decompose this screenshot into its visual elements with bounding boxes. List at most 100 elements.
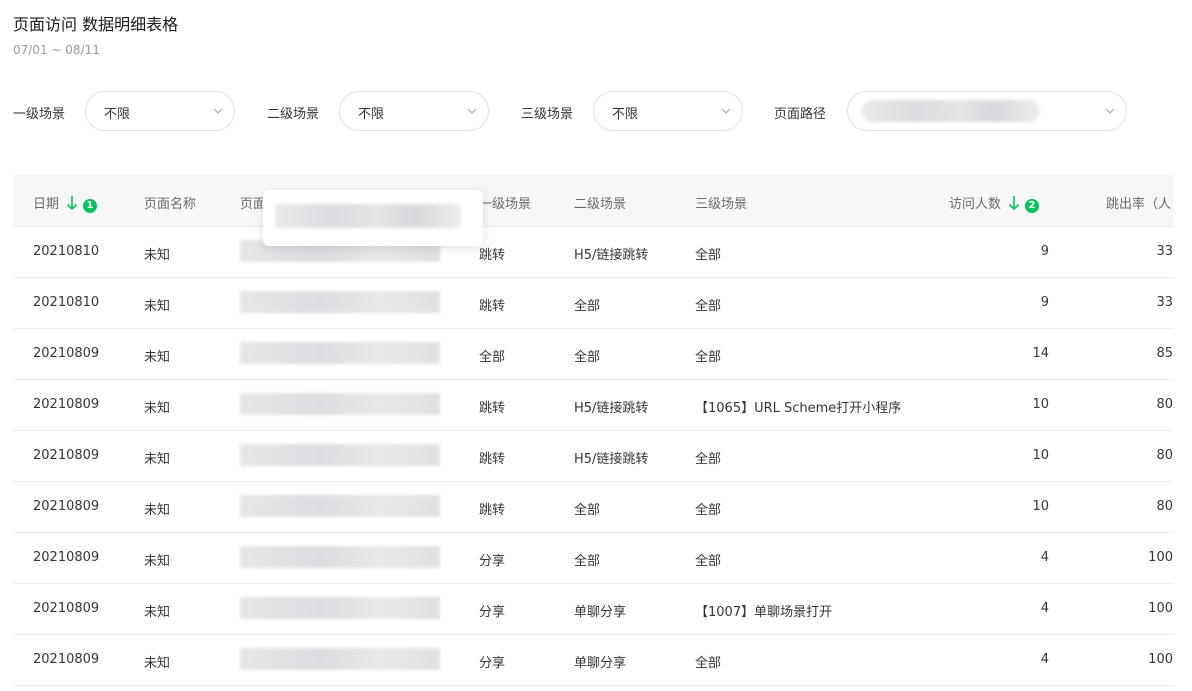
tooltip-popover xyxy=(263,190,483,246)
table-row: 20210809 未知 跳转 全部 全部 10 80 xyxy=(13,482,1173,533)
cell-page-name: 未知 xyxy=(144,350,171,365)
cell-scene2: 全部 xyxy=(574,299,601,314)
cell-visitors: 4 xyxy=(1040,550,1049,565)
filter-label-scene1: 一级场景 xyxy=(13,107,66,122)
table-row: 20210809 未知 跳转 H5/链接跳转 全部 10 80 xyxy=(13,431,1173,482)
cell-bounce-rate: 100 xyxy=(1148,601,1173,616)
cell-scene3: 全部 xyxy=(695,656,722,671)
redacted-page-path xyxy=(240,546,440,568)
cell-page-name: 未知 xyxy=(144,656,171,671)
cell-bounce-rate: 100 xyxy=(1148,550,1173,565)
cell-scene2: H5/链接跳转 xyxy=(574,248,649,263)
cell-visitors: 4 xyxy=(1040,601,1049,616)
cell-scene3: 全部 xyxy=(695,350,722,365)
redacted-page-path xyxy=(240,495,440,517)
data-table: 日期 1 页面名称 页面 一级场景 二级场景 三级场景 访问人数 2 跳出率（人 2… xyxy=(13,175,1173,691)
cell-page-name: 未知 xyxy=(144,248,171,263)
cell-page-name: 未知 xyxy=(144,452,171,467)
chevron-down-icon xyxy=(1105,108,1115,114)
cell-scene1: 跳转 xyxy=(479,248,506,263)
column-header-date[interactable]: 日期 1 xyxy=(33,193,98,213)
cell-visitors: 9 xyxy=(1040,244,1049,259)
column-header-visitors[interactable]: 访问人数 2 xyxy=(949,193,1040,213)
column-header-scene2: 二级场景 xyxy=(574,197,627,212)
cell-date: 20210809 xyxy=(33,499,100,514)
cell-date: 20210809 xyxy=(33,550,100,565)
date-range: 07/01 ~ 08/11 xyxy=(13,43,100,57)
cell-bounce-rate: 80 xyxy=(1156,499,1173,514)
cell-scene2: 全部 xyxy=(574,350,601,365)
cell-scene2: H5/链接跳转 xyxy=(574,401,649,416)
cell-page-name: 未知 xyxy=(144,401,171,416)
chevron-down-icon xyxy=(721,108,731,114)
cell-scene1: 跳转 xyxy=(479,401,506,416)
arrow-down-icon[interactable] xyxy=(1008,195,1020,211)
redacted-page-path xyxy=(240,393,440,415)
redacted-value xyxy=(275,204,461,228)
column-header-label: 访问人数 xyxy=(949,197,1002,212)
select-scene3-value: 不限 xyxy=(612,107,639,122)
redacted-page-path xyxy=(240,291,440,313)
redacted-page-path xyxy=(240,597,440,619)
cell-bounce-rate: 80 xyxy=(1156,448,1173,463)
cell-scene2: 全部 xyxy=(574,554,601,569)
select-scene2-value: 不限 xyxy=(358,107,385,122)
column-header-scene1: 一级场景 xyxy=(479,197,532,212)
cell-page-name: 未知 xyxy=(144,554,171,569)
cell-scene3: 【1065】URL Scheme打开小程序 xyxy=(695,401,902,416)
cell-scene1: 分享 xyxy=(479,656,506,671)
cell-page-name: 未知 xyxy=(144,299,171,314)
cell-date: 20210809 xyxy=(33,448,100,463)
select-page-path[interactable] xyxy=(847,91,1127,131)
cell-scene3: 全部 xyxy=(695,299,722,314)
arrow-down-icon[interactable] xyxy=(66,195,78,211)
column-header-bounce-rate: 跳出率（人 xyxy=(1106,197,1172,212)
table-row: 20210809 未知 分享 单聊分享 【1007】单聊场景打开 4 100 xyxy=(13,584,1173,635)
select-scene3[interactable]: 不限 xyxy=(593,91,743,131)
column-header-label: 日期 xyxy=(33,197,60,212)
cell-scene1: 跳转 xyxy=(479,503,506,518)
cell-visitors: 14 xyxy=(1032,346,1049,361)
table-row: 20210809 未知 跳转 H5/链接跳转 【1065】URL Scheme打开小程序… xyxy=(13,380,1173,431)
cell-bounce-rate: 85 xyxy=(1156,346,1173,361)
redacted-page-path xyxy=(240,444,440,466)
cell-visitors: 10 xyxy=(1032,397,1049,412)
table-row: 20210810 未知 跳转 全部 全部 9 33 xyxy=(13,278,1173,329)
table-row: 20210809 未知 分享 全部 全部 4 100 xyxy=(13,533,1173,584)
cell-scene2: 单聊分享 xyxy=(574,605,627,620)
cell-scene3: 全部 xyxy=(695,452,722,467)
cell-scene2: 单聊分享 xyxy=(574,656,627,671)
table-header: 日期 1 页面名称 页面 一级场景 二级场景 三级场景 访问人数 2 跳出率（人 xyxy=(13,175,1173,227)
chevron-down-icon xyxy=(213,108,223,114)
table-row: 20210809 未知 分享 单聊分享 全部 4 100 xyxy=(13,635,1173,686)
table-row: 20210809 未知 全部 全部 全部 14 85 xyxy=(13,329,1173,380)
cell-date: 20210809 xyxy=(33,346,100,361)
filter-label-scene2: 二级场景 xyxy=(267,107,320,122)
cell-scene3: 全部 xyxy=(695,554,722,569)
cell-scene3: 全部 xyxy=(695,248,722,263)
cell-bounce-rate: 80 xyxy=(1156,397,1173,412)
sort-order-badge: 2 xyxy=(1025,199,1040,213)
cell-scene1: 跳转 xyxy=(479,299,506,314)
page-title: 页面访问 数据明细表格 xyxy=(13,15,179,34)
cell-bounce-rate: 33 xyxy=(1156,244,1173,259)
cell-date: 20210810 xyxy=(33,244,100,259)
column-header-scene3: 三级场景 xyxy=(695,197,748,212)
cell-visitors: 4 xyxy=(1040,652,1049,667)
cell-page-name: 未知 xyxy=(144,605,171,620)
select-scene2[interactable]: 不限 xyxy=(339,91,489,131)
select-scene1-value: 不限 xyxy=(104,107,131,122)
select-scene1[interactable]: 不限 xyxy=(85,91,235,131)
filter-label-scene3: 三级场景 xyxy=(521,107,574,122)
redacted-page-path xyxy=(240,342,440,364)
cell-scene1: 分享 xyxy=(479,605,506,620)
cell-visitors: 10 xyxy=(1032,448,1049,463)
cell-visitors: 10 xyxy=(1032,499,1049,514)
cell-date: 20210809 xyxy=(33,397,100,412)
table-row: 20210810 未知 跳转 H5/链接跳转 全部 9 33 xyxy=(13,227,1173,278)
cell-visitors: 9 xyxy=(1040,295,1049,310)
cell-date: 20210810 xyxy=(33,295,100,310)
cell-scene1: 全部 xyxy=(479,350,506,365)
cell-scene1: 跳转 xyxy=(479,452,506,467)
redacted-page-path xyxy=(240,648,440,670)
